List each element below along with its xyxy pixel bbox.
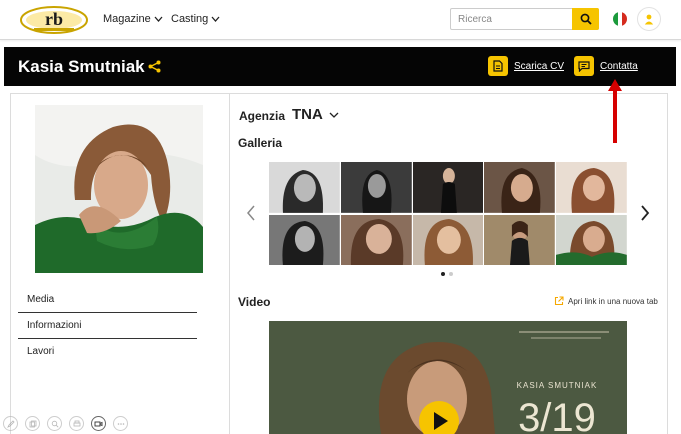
gallery-photo[interactable] <box>340 214 412 266</box>
sidebar-item-lavori[interactable]: Lavori <box>27 346 54 357</box>
sidebar-divider <box>18 338 197 339</box>
gallery-photo[interactable] <box>340 162 412 213</box>
share-icon[interactable] <box>148 60 161 73</box>
contact-button[interactable]: Contatta <box>574 56 638 76</box>
poster-name: KASIA SMUTNIAK <box>517 381 598 390</box>
print-icon[interactable] <box>69 416 84 431</box>
open-in-new-tab-label: Apri link in una nuova tab <box>568 296 658 306</box>
profile-photo <box>35 105 203 273</box>
gallery-next-arrow[interactable] <box>640 205 650 221</box>
external-link-icon <box>554 296 564 306</box>
user-account-button[interactable] <box>637 7 661 31</box>
page-root: rb Magazine Casting Ricerca Kasia Smutni… <box>0 0 681 434</box>
bottom-toolbar <box>3 416 128 431</box>
more-icon[interactable] <box>113 416 128 431</box>
open-in-new-tab-link[interactable]: Apri link in una nuova tab <box>554 296 658 306</box>
sidebar-item-informazioni[interactable]: Informazioni <box>27 320 81 331</box>
video-title: Video <box>238 295 271 309</box>
nav-magazine-menu[interactable]: Magazine <box>103 13 163 25</box>
gallery-photo[interactable] <box>556 162 627 213</box>
zoom-icon[interactable] <box>47 416 62 431</box>
svg-text:rb: rb <box>45 9 63 29</box>
nav-casting-menu[interactable]: Casting <box>171 13 220 25</box>
copy-icon[interactable] <box>25 416 40 431</box>
chevron-down-icon <box>154 16 163 22</box>
gallery-photo[interactable] <box>484 162 556 213</box>
download-cv-button[interactable]: Scarica CV <box>488 56 564 76</box>
gallery-photo[interactable] <box>556 214 627 266</box>
document-icon <box>488 56 508 76</box>
agency-label: Agenzia <box>239 109 286 123</box>
agency-value[interactable]: TNA <box>292 106 323 123</box>
gallery-photo[interactable] <box>269 214 340 266</box>
chevron-down-icon <box>211 16 220 22</box>
gallery-photo[interactable] <box>412 214 484 266</box>
top-navigation: rb Magazine Casting <box>0 0 681 40</box>
poster-date: 3/19 <box>518 396 596 434</box>
profile-name: Kasia Smutniak <box>18 57 145 76</box>
video-camera-icon[interactable] <box>91 416 106 431</box>
profile-header-bar: Kasia Smutniak Scarica CV Contatta <box>4 47 676 86</box>
chevron-down-icon[interactable] <box>329 112 339 118</box>
column-divider <box>229 93 230 434</box>
pencil-icon[interactable] <box>3 416 18 431</box>
nav-magazine-label: Magazine <box>103 13 151 25</box>
gallery-grid <box>269 162 627 266</box>
play-button[interactable] <box>419 401 459 434</box>
video-player[interactable]: KASIA SMUTNIAK 3/19 <box>269 321 627 434</box>
message-icon <box>574 56 594 76</box>
nav-casting-label: Casting <box>171 13 209 25</box>
sidebar-item-media[interactable]: Media <box>27 294 54 305</box>
gallery-photo[interactable] <box>269 162 340 213</box>
search-button[interactable] <box>572 8 599 30</box>
gallery-photo[interactable] <box>412 162 484 213</box>
search-icon <box>580 13 592 25</box>
search-box <box>450 8 599 30</box>
search-input[interactable] <box>451 9 573 29</box>
site-logo[interactable]: rb <box>20 5 88 35</box>
user-icon <box>644 14 654 24</box>
annotation-arrow-icon <box>608 79 622 143</box>
gallery-pagination <box>441 272 453 276</box>
sidebar-divider <box>18 312 197 313</box>
gallery-photo[interactable] <box>484 214 556 266</box>
gallery-page-dot-1[interactable] <box>441 272 445 276</box>
gallery-prev-arrow[interactable] <box>246 205 256 221</box>
italian-flag-icon[interactable] <box>613 12 627 26</box>
gallery-page-dot-2[interactable] <box>449 272 453 276</box>
download-cv-label: Scarica CV <box>514 60 565 72</box>
gallery-title: Galleria <box>238 136 283 150</box>
contact-label: Contatta <box>600 60 638 72</box>
